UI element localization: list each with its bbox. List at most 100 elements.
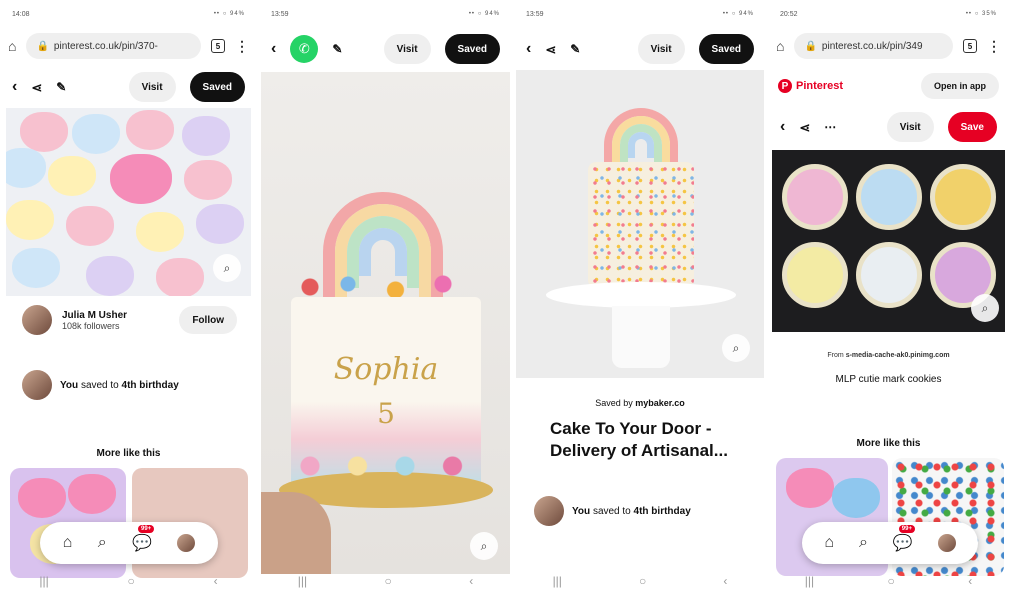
visual-search-icon[interactable]: ⌕ [971, 294, 999, 322]
visit-button[interactable]: Visit [128, 72, 176, 102]
url-field[interactable]: 🔒 pinterest.co.uk/pin/349 [794, 33, 953, 59]
whatsapp-share-icon[interactable]: ✆ [290, 35, 319, 63]
home-circle-icon[interactable]: ○ [888, 574, 895, 588]
pin-description: MLP cutie mark cookies [835, 374, 942, 385]
android-nav-bar: ||| ○ ‹ [259, 566, 512, 596]
bottom-nav: ⌂ ⌕ 💬 99+ [40, 522, 218, 564]
saved-by-user-link[interactable]: mybaker.co [635, 398, 685, 408]
browser-url-bar: ⌂ 🔒 pinterest.co.uk/pin/349 5 ⋮ [768, 28, 1009, 64]
cake-number-text: 5 [377, 397, 395, 430]
back-chevron-icon[interactable]: ‹ [469, 574, 473, 588]
visit-button[interactable]: Visit [637, 34, 685, 64]
home-icon[interactable]: ⌂ [824, 534, 834, 552]
status-icons: •• ○ 35% [965, 11, 997, 17]
home-circle-icon[interactable]: ○ [128, 574, 135, 588]
saved-you-label: You [60, 379, 79, 391]
saved-button[interactable]: Saved [698, 34, 754, 64]
notification-badge: 99+ [138, 525, 155, 533]
messages-icon[interactable]: 💬 99+ [893, 525, 915, 553]
saved-button[interactable]: Saved [444, 34, 500, 64]
tabs-button[interactable]: 5 [963, 39, 977, 53]
pin-image-rainbow-cake[interactable]: Sophia 5 ⌕ [261, 72, 510, 574]
back-chevron-icon[interactable]: ‹ [723, 574, 727, 588]
creator-followers: 108k followers [62, 320, 120, 331]
menu-dots-icon[interactable]: ⋮ [235, 38, 249, 55]
back-icon[interactable]: ‹ [12, 79, 17, 95]
pin-toolbar: ‹ ✆ ✎ Visit Saved [259, 30, 512, 68]
avatar[interactable] [22, 305, 52, 335]
avatar [534, 496, 564, 526]
home-circle-icon[interactable]: ○ [639, 574, 646, 588]
back-chevron-icon[interactable]: ‹ [214, 574, 218, 588]
notification-badge: 99+ [898, 525, 915, 533]
url-field[interactable]: 🔒 pinterest.co.uk/pin/370- [26, 33, 201, 59]
messages-icon[interactable]: 💬 99+ [132, 525, 155, 553]
pinterest-logo[interactable]: P Pinterest [778, 79, 843, 93]
share-icon[interactable]: ⋖ [31, 81, 42, 94]
follow-button[interactable]: Follow [179, 306, 237, 334]
creator-name[interactable]: Julia M Usher [62, 310, 169, 321]
status-icons: •• ○ 94% [468, 11, 500, 17]
avatar [22, 370, 52, 400]
browser-url-bar: ⌂ 🔒 pinterest.co.uk/pin/370- 5 ⋮ [0, 28, 257, 64]
search-icon[interactable]: ⌕ [98, 534, 107, 552]
status-bar: 13:59 •• ○ 94% [259, 0, 512, 28]
phone-screen-4: 20:52 •• ○ 35% ⌂ 🔒 pinterest.co.uk/pin/3… [768, 0, 1009, 596]
saved-by-row: Saved by mybaker.co [514, 398, 766, 408]
home-icon[interactable]: ⌂ [8, 38, 16, 54]
profile-avatar[interactable] [177, 534, 196, 552]
home-icon[interactable]: ⌂ [63, 534, 73, 552]
pin-image-heart-cookies[interactable]: ⌕ [6, 108, 251, 296]
pin-image-mlp-cookies[interactable]: ⌕ [772, 150, 1005, 332]
cake-name-text: Sophia [333, 352, 439, 387]
share-icon[interactable]: ⋖ [545, 43, 556, 56]
status-time: 13:59 [526, 10, 544, 18]
pin-toolbar: ‹ ⋖ ⋯ Visit Save [768, 108, 1009, 146]
back-icon[interactable]: ‹ [526, 41, 531, 57]
status-bar: 13:59 •• ○ 94% [514, 0, 766, 28]
home-icon[interactable]: ⌂ [776, 38, 784, 54]
more-options-icon[interactable]: ⋯ [824, 121, 836, 133]
search-icon[interactable]: ⌕ [859, 534, 868, 552]
visit-button[interactable]: Visit [886, 112, 934, 142]
saved-button[interactable]: Saved [189, 72, 245, 102]
recents-icon[interactable]: ||| [298, 574, 307, 588]
saved-to-label: saved to [80, 379, 119, 391]
pinterest-logo-icon: P [778, 79, 792, 93]
board-link[interactable]: 4th birthday [634, 506, 691, 517]
back-chevron-icon[interactable]: ‹ [968, 574, 972, 588]
board-link[interactable]: 4th birthday [122, 380, 179, 391]
android-nav-bar: ||| ○ ‹ [0, 566, 257, 596]
recents-icon[interactable]: ||| [553, 574, 562, 588]
visual-search-icon[interactable]: ⌕ [722, 334, 750, 362]
lock-icon: 🔒 [804, 40, 817, 52]
open-in-app-button[interactable]: Open in app [920, 73, 999, 99]
status-time: 13:59 [271, 10, 289, 18]
saved-to-row: You saved to 4th birthday [534, 496, 691, 526]
visual-search-icon[interactable]: ⌕ [470, 532, 498, 560]
recents-icon[interactable]: ||| [39, 574, 48, 588]
profile-avatar[interactable] [937, 534, 956, 552]
pin-image-sprinkle-cake[interactable]: ⌕ [516, 70, 764, 378]
saved-to-label: saved to [592, 505, 631, 517]
status-icons: •• ○ 94% [213, 11, 245, 17]
from-source-link[interactable]: s-media-cache-ak0.pinimg.com [846, 352, 950, 359]
back-icon[interactable]: ‹ [271, 41, 276, 57]
visual-search-icon[interactable]: ⌕ [213, 254, 241, 282]
save-button[interactable]: Save [947, 112, 997, 142]
edit-icon[interactable]: ✎ [570, 43, 580, 55]
edit-icon[interactable]: ✎ [56, 81, 66, 93]
visit-button[interactable]: Visit [383, 34, 431, 64]
from-label: From [827, 352, 844, 359]
menu-dots-icon[interactable]: ⋮ [987, 38, 1001, 55]
recents-icon[interactable]: ||| [805, 574, 814, 588]
phone-screen-2: 13:59 •• ○ 94% ‹ ✆ ✎ Visit Saved Sophia … [259, 0, 512, 596]
home-circle-icon[interactable]: ○ [385, 574, 392, 588]
status-time: 20:52 [780, 10, 798, 18]
edit-icon[interactable]: ✎ [332, 43, 342, 55]
share-icon[interactable]: ⋖ [799, 121, 810, 134]
android-nav-bar: ||| ○ ‹ [768, 566, 1009, 596]
phone-screen-1: 14:08 •• ○ 94% ⌂ 🔒 pinterest.co.uk/pin/3… [0, 0, 257, 596]
back-icon[interactable]: ‹ [780, 119, 785, 135]
tabs-button[interactable]: 5 [211, 39, 225, 53]
